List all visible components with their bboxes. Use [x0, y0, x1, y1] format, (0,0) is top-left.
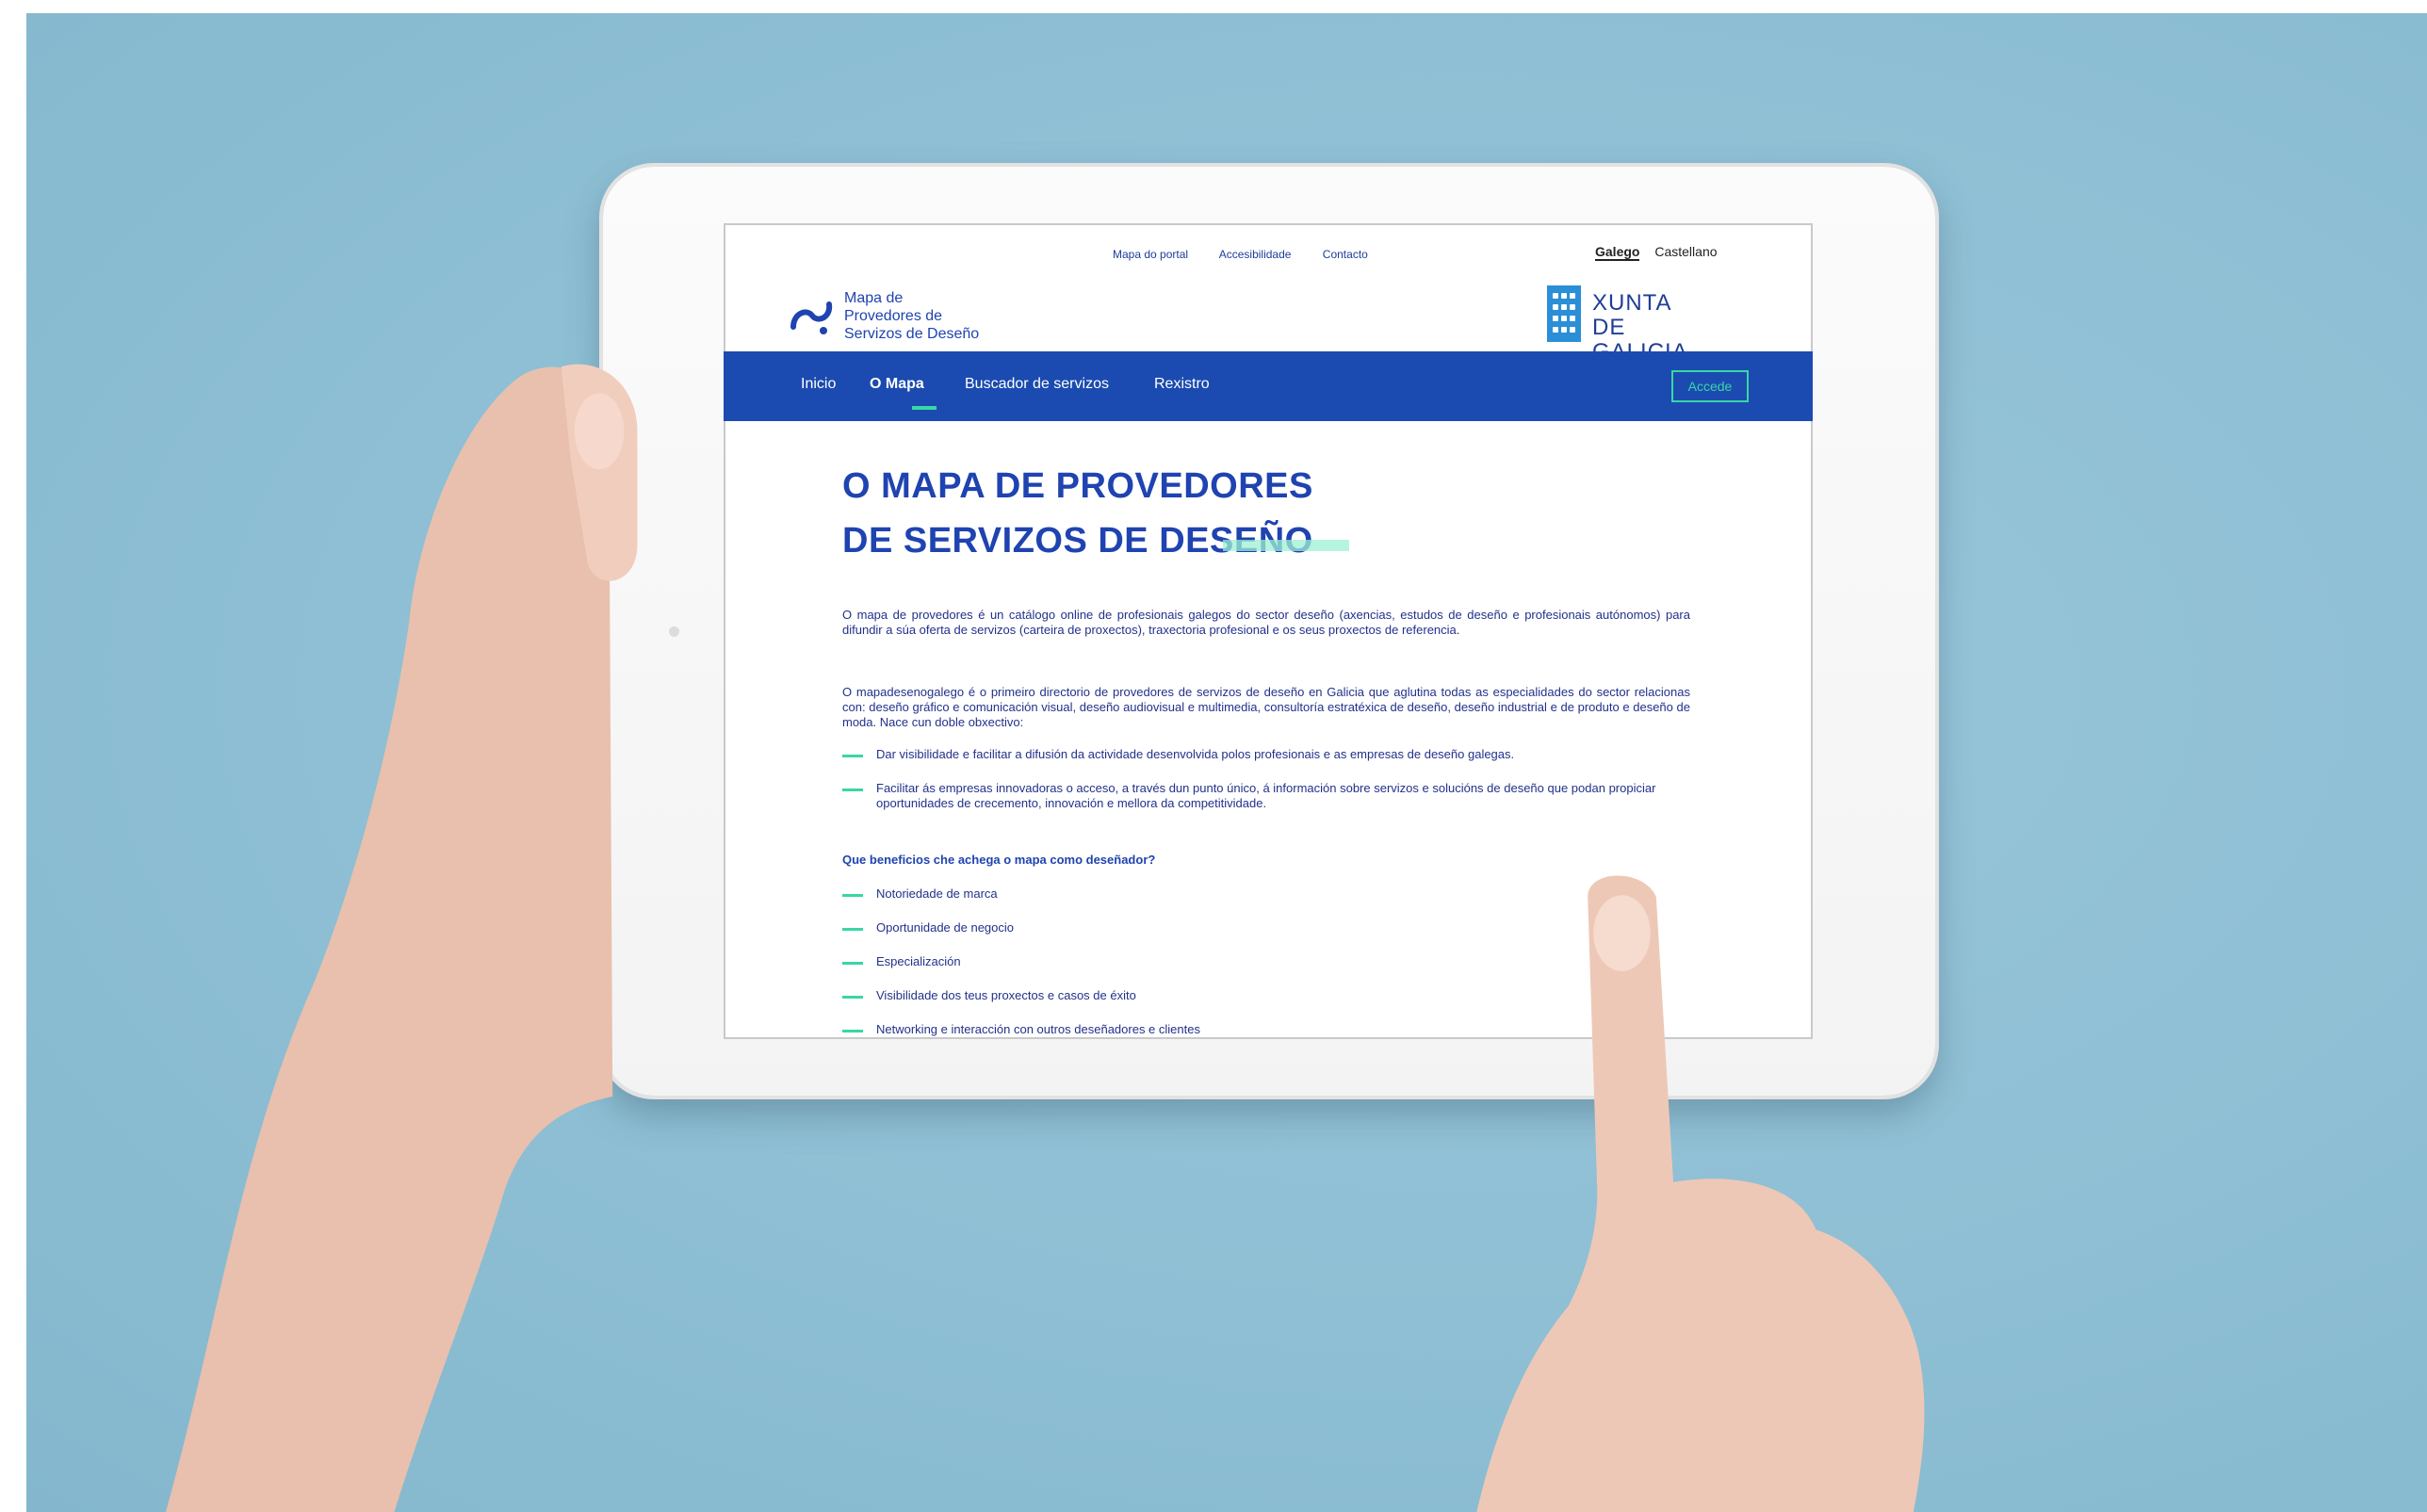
benefit-dash-4 — [842, 996, 863, 999]
language-switcher: Galego Castellano — [1595, 244, 1718, 261]
objective-dash-1 — [842, 755, 863, 757]
link-mapa-portal[interactable]: Mapa do portal — [1113, 248, 1188, 261]
logo-line-2: Provedores de — [844, 308, 943, 324]
page-title: O MAPA DE PROVEDORES DE SERVIZOS DE DESE… — [842, 459, 1313, 568]
logo-line-3: Servizos de Deseño — [844, 326, 980, 342]
lang-galego[interactable]: Galego — [1595, 244, 1640, 261]
benefit-item-3: Especialización — [876, 954, 961, 968]
home-sensor — [669, 626, 679, 637]
benefit-item-4: Visibilidade dos teus proxectos e casos … — [876, 988, 1136, 1002]
objective-2: Facilitar ás empresas innovadoras o acce… — [876, 781, 1656, 810]
benefit-dash-1 — [842, 894, 863, 897]
benefit-item-5: Networking e interacción con outros dese… — [876, 1022, 1200, 1036]
objective-1: Dar visibilidade e facilitar a difusión … — [876, 747, 1515, 761]
benefit-dash-5 — [842, 1030, 863, 1032]
nav-inicio[interactable]: Inicio — [801, 376, 836, 393]
objective-dash-2 — [842, 789, 863, 791]
nav-buscador[interactable]: Buscador de servizos — [965, 376, 1109, 393]
photo-background: Mapa do portal Accesibilidade Contacto G… — [26, 13, 2427, 1512]
intro-paragraph: O mapa de provedores é un catálogo onlin… — [842, 608, 1690, 637]
xunta-logo[interactable]: XUNTA DE GALICIA — [1547, 285, 1713, 365]
site-logo-text[interactable]: Mapa de Provedores de Servizos de Deseño — [844, 289, 979, 343]
main-nav: Inicio O Mapa Buscador de servizos Rexis… — [724, 351, 1813, 421]
title-accent-underline — [1223, 540, 1349, 551]
benefit-item-1: Notoriedade de marca — [876, 886, 998, 901]
nav-active-indicator — [912, 406, 937, 410]
tablet-device: Mapa do portal Accesibilidade Contacto G… — [603, 167, 1935, 1096]
benefit-dash-2 — [842, 928, 863, 931]
xunta-line-1: XUNTA — [1592, 290, 1672, 316]
nav-o-mapa[interactable]: O Mapa — [870, 376, 924, 393]
link-accesibilidade[interactable]: Accesibilidade — [1219, 248, 1292, 261]
logo-line-1: Mapa de — [844, 290, 904, 306]
title-line-1: O MAPA DE PROVEDORES — [842, 466, 1313, 506]
nav-rexistro[interactable]: Rexistro — [1154, 376, 1210, 393]
accede-button[interactable]: Accede — [1671, 370, 1749, 402]
directory-paragraph: O mapadesenogalego é o primeiro director… — [842, 685, 1690, 729]
benefit-item-2: Oportunidade de negocio — [876, 920, 1015, 935]
lang-castellano[interactable]: Castellano — [1654, 244, 1717, 259]
benefit-dash-3 — [842, 962, 863, 965]
galicia-flag-icon — [1547, 285, 1581, 342]
benefits-heading: Que beneficios che achega o mapa como de… — [842, 853, 1156, 867]
web-page: Mapa do portal Accesibilidade Contacto G… — [724, 223, 1813, 1039]
swirl-logo-icon[interactable] — [786, 289, 837, 340]
utility-links: Mapa do portal Accesibilidade Contacto — [1113, 248, 1396, 261]
link-contacto[interactable]: Contacto — [1323, 248, 1368, 261]
